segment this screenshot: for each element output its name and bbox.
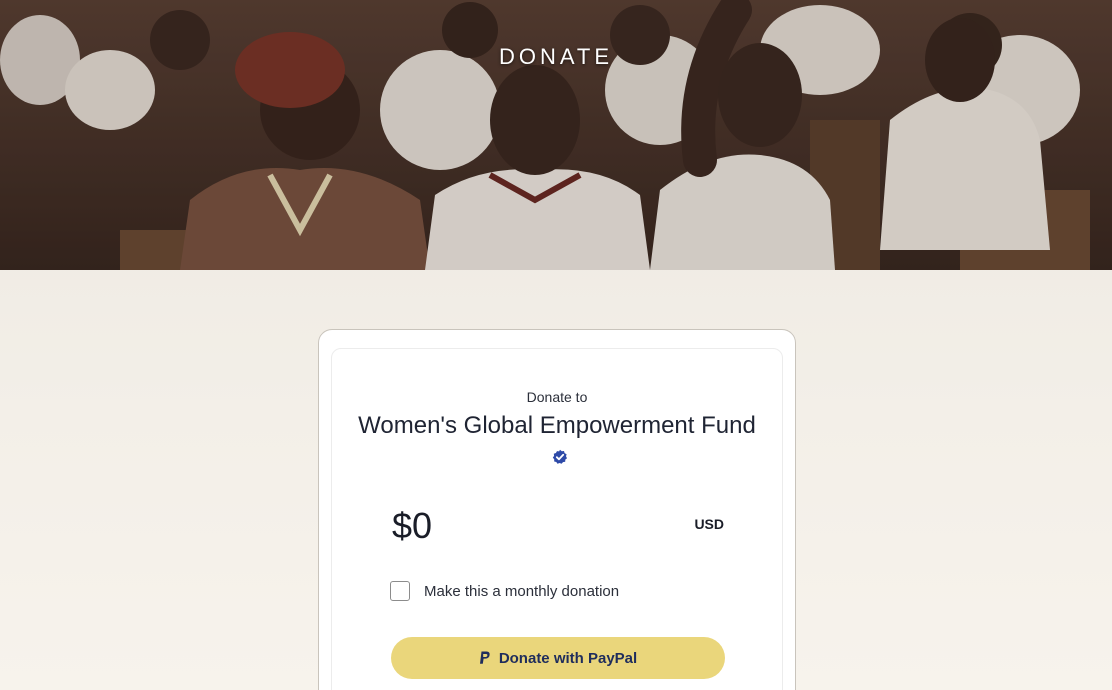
classroom-photo <box>0 0 1112 270</box>
donate-to-label: Donate to <box>526 389 588 405</box>
monthly-donation-row[interactable]: Make this a monthly donation <box>390 581 619 601</box>
donate-with-paypal-button[interactable]: Donate with PayPal <box>391 637 725 679</box>
monthly-donation-label[interactable]: Make this a monthly donation <box>424 583 619 600</box>
donation-card-inner: Donate to Women's Global Empowerment Fun… <box>331 348 783 690</box>
paypal-button-label: Donate with PayPal <box>498 649 638 667</box>
verified-check-icon <box>552 441 568 474</box>
organization-name-text: Women's Global Empowerment Fund <box>358 412 756 439</box>
donation-amount-input[interactable]: $0 <box>392 505 432 547</box>
currency-selector[interactable]: USD <box>694 516 724 532</box>
donation-card: Donate to Women's Global Empowerment Fun… <box>318 329 796 690</box>
hero-title: DONATE <box>498 44 614 69</box>
monthly-donation-checkbox[interactable] <box>390 581 410 601</box>
hero-banner: DONATE <box>0 0 1112 270</box>
organization-name: Women's Global Empowerment Fund <box>352 409 762 476</box>
paypal-icon <box>479 651 491 665</box>
